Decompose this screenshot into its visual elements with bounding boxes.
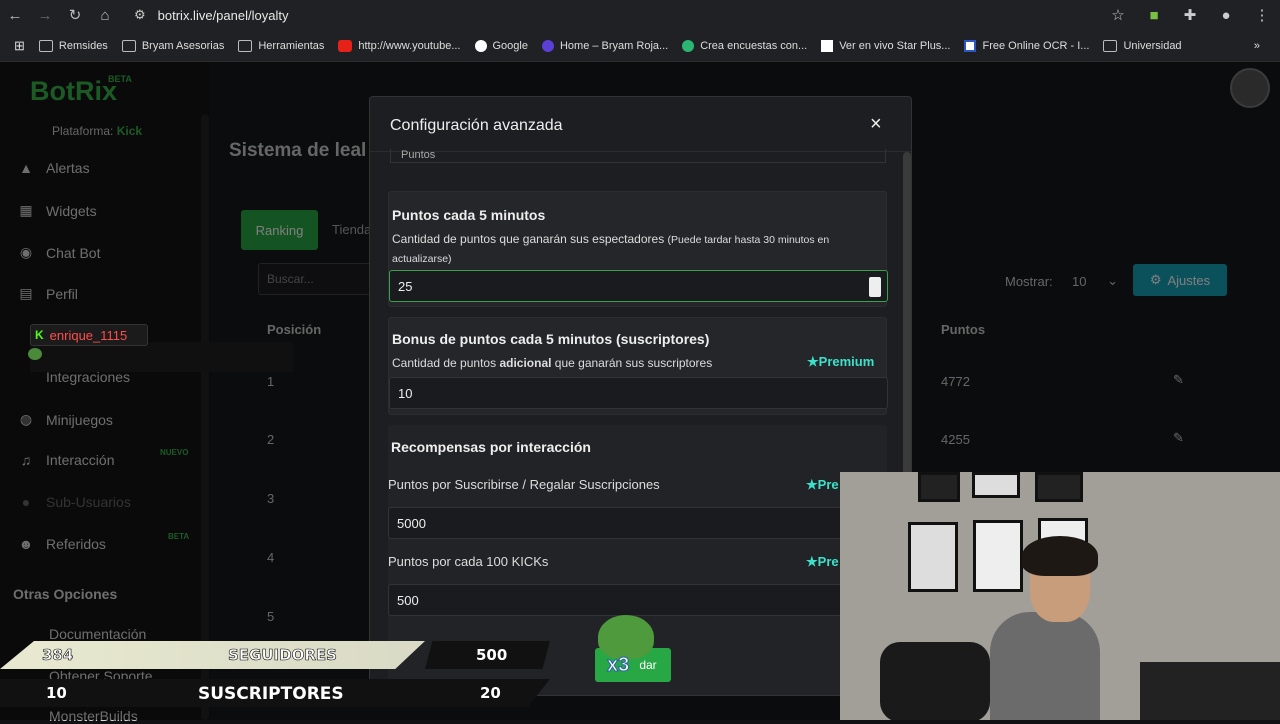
premium-badge: ★Pre	[806, 477, 839, 492]
profile-icon[interactable]: ●	[1208, 7, 1244, 24]
folder-icon	[38, 39, 53, 52]
bookmark-item[interactable]: Google	[474, 39, 528, 52]
subs-count: 10	[46, 684, 67, 702]
chair	[880, 642, 990, 720]
modal-title: Configuración avanzada	[390, 117, 563, 134]
survey-icon	[682, 39, 695, 52]
reward-label: Puntos por cada 100 KICKs	[388, 554, 549, 569]
followers-label: SEGUIDORES	[228, 646, 338, 665]
bookmark-item[interactable]: Free Online OCR - I...	[964, 39, 1089, 52]
points-desc: Cantidad de puntos que ganarán sus espec…	[392, 232, 830, 265]
bookmarks-bar: ⊞ Remsides Bryam Asesorias Herramientas …	[0, 30, 1280, 62]
wall-frame	[908, 522, 958, 592]
bonus-title: Bonus de puntos cada 5 minutos (suscript…	[392, 331, 710, 347]
rewards-title: Recompensas por interacción	[391, 439, 591, 455]
points-title: Puntos cada 5 minutos	[392, 207, 546, 223]
forward-icon[interactable]: →	[30, 0, 60, 30]
google-icon	[474, 39, 487, 52]
star-icon: ★	[807, 354, 819, 369]
reload-icon[interactable]: ↻	[60, 0, 90, 30]
apps-grid-icon[interactable]: ⊞	[14, 38, 25, 54]
bookmark-item[interactable]: http://www.youtube...	[338, 39, 461, 52]
page-icon	[821, 39, 834, 52]
reward-label: Puntos por Suscribirse / Regalar Suscrip…	[388, 477, 660, 492]
kick-icon: K	[35, 328, 44, 342]
bookmark-item[interactable]: Universidad	[1103, 39, 1182, 52]
more-bookmarks-icon[interactable]: »	[1254, 40, 1260, 52]
wall-frame	[973, 520, 1023, 592]
subs-goal: 20	[480, 684, 501, 702]
emote-icon	[28, 348, 42, 360]
pepe-emote-icon	[598, 615, 654, 659]
site-icon	[541, 39, 554, 52]
multiplier-badge: x3	[606, 654, 630, 677]
followers-goal: 500	[476, 646, 508, 664]
back-icon[interactable]: ←	[0, 0, 30, 30]
bookmark-item[interactable]: Crea encuestas con...	[682, 39, 807, 52]
home-icon[interactable]: ⌂	[90, 0, 120, 30]
site-info-icon[interactable]: ⚙	[134, 7, 146, 23]
folder-icon	[1103, 39, 1118, 52]
folder-icon	[238, 39, 253, 52]
puzzle-icon[interactable]: ✚	[1172, 6, 1208, 24]
premium-badge: ★Pre	[806, 554, 839, 569]
bonus-card: Bonus de puntos cada 5 minutos (suscript…	[388, 317, 888, 415]
chat-message: K enrique_1115	[30, 324, 148, 346]
chat-username: enrique_1115	[49, 327, 128, 343]
bookmark-item[interactable]: Bryam Asesorias	[121, 39, 224, 52]
bookmark-item[interactable]: Ver en vivo Star Plus...	[821, 39, 950, 52]
folder-icon	[121, 39, 136, 52]
streamer-hair	[1022, 536, 1098, 576]
menu-icon[interactable]: ⋮	[1244, 6, 1280, 24]
bookmark-item[interactable]: Home – Bryam Roja...	[541, 39, 668, 52]
star-icon: ★	[806, 554, 818, 569]
wall-frame	[918, 472, 960, 502]
wall-frame	[972, 472, 1020, 498]
premium-badge: ★Premium	[807, 354, 875, 369]
bookmark-item[interactable]: Remsides	[38, 39, 108, 52]
kicks-points-input[interactable]: 500	[388, 584, 887, 616]
bookmark-star-icon[interactable]: ☆	[1100, 6, 1136, 24]
youtube-icon	[338, 39, 353, 52]
bonus-input[interactable]: 10	[389, 377, 888, 409]
webcam-feed	[840, 472, 1280, 720]
star-icon: ★	[806, 477, 818, 492]
streamer-body	[990, 612, 1100, 720]
close-icon[interactable]: ×	[870, 113, 882, 136]
extension-icon[interactable]: ■	[1136, 7, 1172, 24]
subs-label: SUSCRIPTORES	[198, 684, 344, 704]
url-text: botrix.live/panel/loyalty	[157, 7, 289, 23]
wall-frame	[1035, 472, 1083, 502]
points-input[interactable]: 25	[389, 270, 888, 302]
address-bar[interactable]: ⚙ botrix.live/panel/loyalty	[134, 2, 1134, 28]
modal-body: Puntos Puntos cada 5 minutos Cantidad de…	[370, 149, 911, 695]
browser-actions: ☆ ■ ✚ ● ⋮	[1100, 0, 1280, 30]
desk	[1140, 662, 1280, 720]
number-stepper[interactable]	[869, 277, 881, 297]
followers-count: 384	[42, 646, 74, 665]
points-type-select[interactable]: Puntos	[390, 149, 886, 163]
bookmark-item[interactable]: Herramientas	[238, 39, 324, 52]
bonus-desc: Cantidad de puntos adicional que ganarán…	[392, 356, 713, 370]
browser-toolbar: ← → ↻ ⌂ ⚙ botrix.live/panel/loyalty ☆ ■ …	[0, 0, 1280, 30]
chat-overlay-bg	[30, 342, 293, 372]
modal-header: Configuración avanzada ×	[370, 97, 911, 152]
advanced-settings-modal: Configuración avanzada × Puntos Puntos c…	[369, 96, 912, 696]
modal-scrollbar[interactable]	[903, 152, 911, 482]
points-card: Puntos cada 5 minutos Cantidad de puntos…	[388, 191, 888, 307]
ocr-icon	[964, 39, 977, 52]
subscription-points-input[interactable]: 5000	[388, 507, 887, 539]
